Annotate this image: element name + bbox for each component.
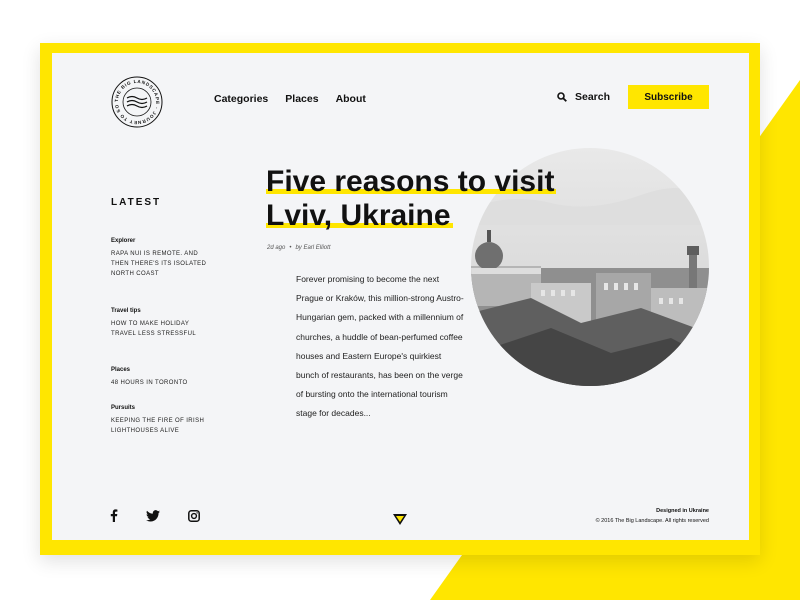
footer-credit: Designed in Ukraine © 2016 The Big Lands…: [596, 506, 709, 526]
latest-item-category: Travel tips: [111, 308, 141, 314]
nav-categories[interactable]: Categories: [214, 93, 268, 105]
latest-item-places: Places 48 HOURS IN TORONTO: [111, 367, 211, 388]
article-title-line1: Five reasons to visit: [266, 165, 555, 198]
latest-heading: LATEST: [111, 197, 162, 208]
main-nav: Categories Places About: [214, 93, 366, 105]
article-title-line2: Lviv, Ukraine: [266, 199, 451, 232]
article-time: 2d ago: [267, 245, 286, 251]
article-title[interactable]: Five reasons to visit Lviv, Ukraine: [266, 165, 557, 233]
subscribe-button[interactable]: Subscribe: [628, 85, 709, 109]
nav-places[interactable]: Places: [285, 93, 318, 105]
latest-item-explorer: Explorer RAPA NUI IS REMOTE. AND THEN TH…: [111, 238, 211, 279]
instagram-icon[interactable]: [188, 509, 200, 527]
article-byline: 2d ago • by Earl Elliott: [267, 245, 330, 251]
social-links: [110, 509, 200, 527]
latest-item-link[interactable]: KEEPING THE FIRE OF IRISH LIGHTHOUSES AL…: [111, 416, 211, 436]
website-page: THE BIG LANDSCAPE · JOURNEY TO SOMEWHERE…: [52, 53, 749, 540]
nav-about[interactable]: About: [336, 93, 366, 105]
logo-ring-text: THE BIG LANDSCAPE · JOURNEY TO SOMEWHERE…: [111, 76, 159, 125]
byline-separator: •: [289, 245, 292, 251]
latest-item-link[interactable]: RAPA NUI IS REMOTE. AND THEN THERE'S ITS…: [111, 249, 211, 279]
designed-in-text: Designed in Ukraine: [656, 508, 709, 514]
latest-item-category: Places: [111, 367, 131, 373]
latest-item-travel-tips: Travel tips HOW TO MAKE HOLIDAY TRAVEL L…: [111, 308, 211, 339]
search-icon: [557, 92, 567, 102]
article-author[interactable]: by Earl Elliott: [295, 245, 330, 251]
latest-item-category: Pursuits: [111, 405, 136, 411]
svg-text:THE BIG LANDSCAPE · JOURNEY TO: THE BIG LANDSCAPE · JOURNEY TO SOMEWHERE…: [111, 76, 160, 125]
brand-mark-icon: [393, 514, 407, 525]
latest-item-link[interactable]: 48 HOURS IN TORONTO: [111, 378, 211, 388]
brand-logo[interactable]: THE BIG LANDSCAPE · JOURNEY TO SOMEWHERE…: [111, 76, 163, 128]
copyright-text: © 2016 The Big Landscape. All rights res…: [595, 518, 709, 524]
facebook-icon[interactable]: [110, 509, 118, 527]
yellow-frame: THE BIG LANDSCAPE · JOURNEY TO SOMEWHERE…: [40, 43, 760, 555]
search-button[interactable]: Search: [557, 91, 610, 103]
twitter-icon[interactable]: [146, 509, 160, 527]
latest-item-pursuits: Pursuits KEEPING THE FIRE OF IRISH LIGHT…: [111, 405, 211, 436]
latest-item-link[interactable]: HOW TO MAKE HOLIDAY TRAVEL LESS STRESSFU…: [111, 319, 211, 339]
latest-item-category: Explorer: [111, 238, 136, 244]
search-label: Search: [575, 91, 611, 103]
article-excerpt: Forever promising to become the next Pra…: [296, 274, 464, 419]
